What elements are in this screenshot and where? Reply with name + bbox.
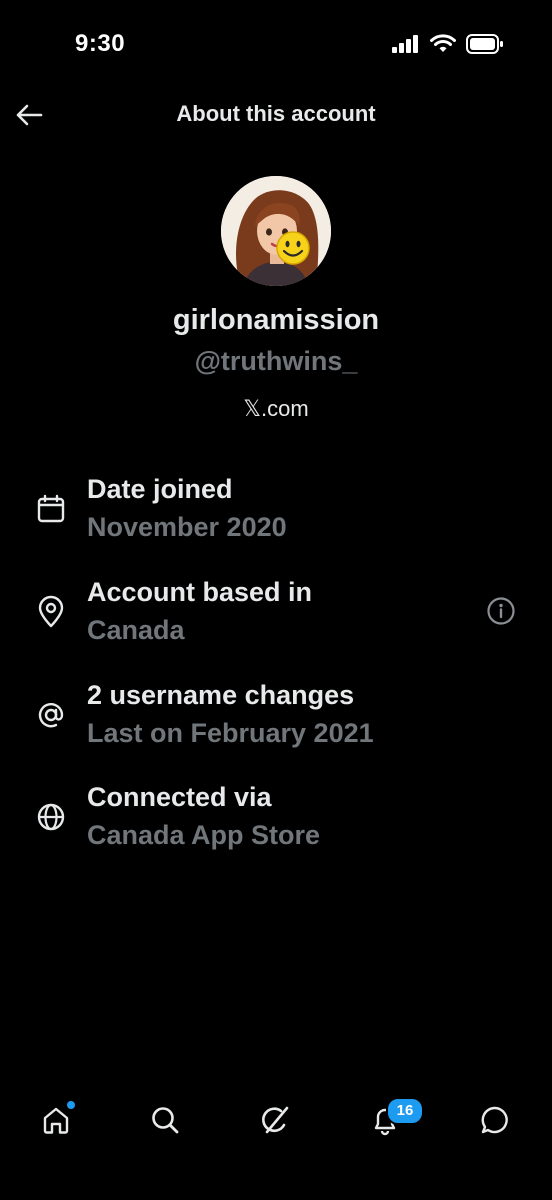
nav-grok[interactable] bbox=[255, 1100, 295, 1140]
signal-icon bbox=[392, 35, 418, 53]
messages-icon bbox=[481, 1106, 508, 1134]
platform-label: 𝕏.com bbox=[243, 396, 309, 421]
info-row-date-joined: Date joined November 2020 bbox=[0, 474, 552, 554]
info-row-connected-via: Connected via Canada App Store bbox=[0, 782, 552, 862]
search-icon bbox=[152, 1107, 179, 1134]
home-unread-dot bbox=[67, 1101, 75, 1109]
page-title: About this account bbox=[176, 101, 376, 126]
row-value: Canada App Store bbox=[87, 820, 321, 850]
row-title: 2 username changes bbox=[87, 680, 355, 710]
row-value: Last on February 2021 bbox=[87, 718, 374, 748]
home-icon bbox=[43, 1107, 69, 1134]
avatar bbox=[221, 176, 331, 286]
globe-icon bbox=[37, 803, 65, 831]
status-bar: 9:30 bbox=[0, 0, 552, 90]
bottom-nav bbox=[0, 1080, 552, 1160]
grok-icon bbox=[262, 1106, 289, 1134]
row-title: Date joined bbox=[87, 474, 233, 504]
status-icons bbox=[392, 34, 504, 54]
at-sign-icon bbox=[38, 703, 64, 728]
nav-messages[interactable] bbox=[475, 1100, 515, 1140]
display-name: girlonamission bbox=[172, 304, 380, 336]
avatar-image bbox=[221, 176, 331, 286]
nav-home[interactable] bbox=[36, 1100, 76, 1140]
status-time: 9:30 bbox=[75, 30, 126, 57]
info-row-account-based: Account based in Canada bbox=[0, 577, 552, 657]
nav-search[interactable] bbox=[145, 1100, 185, 1140]
notification-count-badge: 16 bbox=[386, 1097, 424, 1125]
handle: @truthwins_ bbox=[194, 346, 358, 376]
battery-icon bbox=[466, 34, 503, 54]
calendar-icon bbox=[37, 494, 65, 523]
info-icon[interactable] bbox=[486, 596, 516, 626]
info-row-username-changes: 2 username changes Last on February 2021 bbox=[0, 680, 552, 760]
row-title: Connected via bbox=[87, 782, 272, 812]
location-pin-icon bbox=[38, 595, 64, 628]
wifi-icon bbox=[430, 34, 456, 52]
row-value: Canada bbox=[87, 615, 185, 645]
row-title: Account based in bbox=[87, 577, 313, 607]
row-value: November 2020 bbox=[87, 512, 287, 542]
